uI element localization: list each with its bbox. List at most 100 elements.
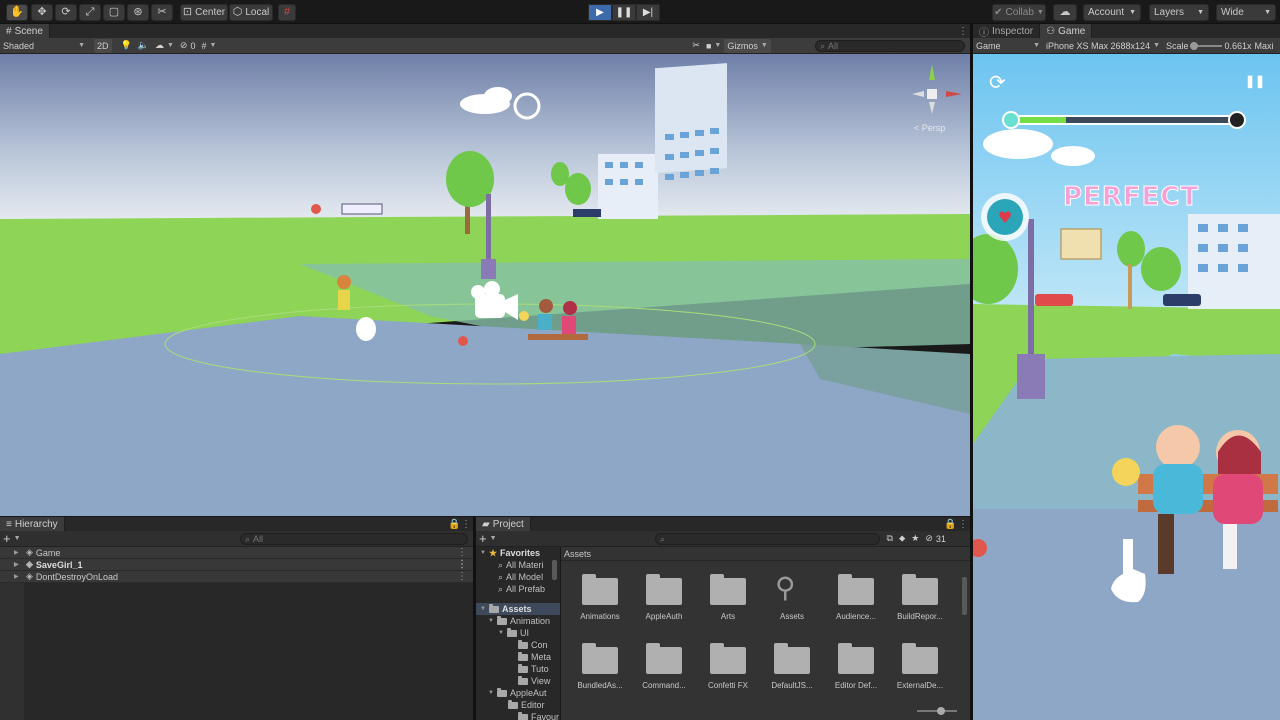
collab-dropdown[interactable]: ✔ Collab ▼ [992, 4, 1046, 21]
camera-dropdown[interactable]: ■ ▼ [703, 39, 724, 53]
audio-toggle[interactable]: 🔈 [135, 39, 152, 53]
restart-icon[interactable]: ⟳ [989, 70, 1006, 95]
expand-arrow-icon[interactable]: ▼ [498, 630, 504, 636]
display-dropdown[interactable]: Game ▼ [973, 39, 1043, 53]
tree-folder[interactable]: Favour [476, 711, 560, 720]
create-dropdown[interactable]: + ▼ [0, 531, 24, 546]
lock-icon[interactable]: 🔒 [944, 519, 956, 530]
asset-item[interactable]: ⚲ Assets [757, 570, 827, 636]
cloud-button[interactable]: ☁ [1053, 4, 1077, 21]
create-dropdown[interactable]: + ▼ [476, 531, 500, 546]
expand-arrow-icon[interactable]: ▶ [14, 573, 19, 580]
filter-label-button[interactable]: ⬥ [896, 532, 908, 546]
tree-folder[interactable]: Meta [476, 651, 560, 663]
step-button[interactable]: ▶| [636, 4, 660, 21]
custom-tool-button[interactable]: ✂ [151, 4, 173, 21]
expand-arrow-icon[interactable]: ▶ [14, 549, 19, 556]
pause-icon[interactable]: ❚❚ [1245, 74, 1265, 88]
game-viewport[interactable]: ♥ ⟳ ❚❚ PERFECT [973, 54, 1280, 720]
item-menu-icon[interactable]: ⋮ [457, 559, 467, 570]
icon-size-slider-handle[interactable] [937, 707, 945, 715]
asset-item[interactable]: ExternalDe... [885, 639, 955, 705]
tab-inspector[interactable]: ⓘ Inspector [973, 23, 1041, 39]
project-search-input[interactable]: ⌕ [655, 533, 880, 545]
scene-viewport[interactable]: < Persp [0, 54, 970, 516]
asset-item[interactable]: Editor Def... [821, 639, 891, 705]
tree-scrollbar[interactable] [552, 560, 557, 580]
grid-dropdown[interactable]: # ▼ [198, 39, 219, 53]
asset-item[interactable]: AppleAuth [629, 570, 699, 636]
tree-folder[interactable]: View [476, 675, 560, 687]
tree-folder[interactable]: ▼ AppleAut [476, 687, 560, 699]
scene-search-input[interactable]: ⌕ All [815, 40, 965, 52]
account-dropdown[interactable]: Account ▼ [1083, 4, 1141, 21]
asset-item[interactable]: Command... [629, 639, 699, 705]
transform-tool-button[interactable]: ⊛ [127, 4, 149, 21]
asset-item[interactable]: Audience... [821, 570, 891, 636]
asset-item[interactable]: DefaultJS... [757, 639, 827, 705]
gizmos-dropdown[interactable]: Gizmos ▼ [724, 38, 771, 53]
tree-favorite-item[interactable]: ⌕ All Model [476, 571, 560, 583]
rotate-tool-button[interactable]: ⟳ [55, 4, 77, 21]
tab-hierarchy[interactable]: ≡ Hierarchy [0, 516, 65, 532]
asset-item[interactable]: BuildRepor... [885, 570, 955, 636]
item-menu-icon[interactable]: ⋮ [457, 547, 467, 558]
expand-arrow-icon[interactable]: ▼ [480, 550, 486, 556]
expand-arrow-icon[interactable]: ▼ [488, 690, 494, 696]
tree-favorite-item[interactable]: ⌕ All Materi [476, 559, 560, 571]
asset-item[interactable]: Confetti FX [693, 639, 763, 705]
hidden-packages-toggle[interactable]: ⊘ 31 [922, 532, 949, 546]
rect-tool-button[interactable]: ▢ [103, 4, 125, 21]
snap-button[interactable]: # [278, 4, 296, 21]
tree-favorites[interactable]: ▼ ★ Favorites [476, 547, 560, 559]
tab-game[interactable]: ⚇ Game [1040, 23, 1093, 39]
filter-type-button[interactable]: ⧉ [884, 532, 896, 546]
move-tool-button[interactable]: ✥ [31, 4, 53, 21]
asset-item[interactable]: BundledAs... [565, 639, 635, 705]
icon-size-slider[interactable] [917, 707, 957, 715]
tree-folder[interactable]: Con [476, 639, 560, 651]
pivot-center-button[interactable]: ⊡ Center [180, 4, 228, 21]
tree-folder[interactable]: ▼ UI [476, 627, 560, 639]
hidden-objects-toggle[interactable]: ⊘ 0 [177, 39, 199, 53]
hand-tool-button[interactable]: ✋ [6, 4, 28, 21]
hierarchy-item-game[interactable]: ▶ ◈ Game ⋮ [0, 547, 473, 559]
hierarchy-menu-icon[interactable]: ⋮ [461, 519, 471, 530]
pivot-local-button[interactable]: ⬡ Local [229, 4, 273, 21]
layers-dropdown[interactable]: Layers ▼ [1149, 4, 1209, 21]
project-menu-icon[interactable]: ⋮ [958, 519, 968, 530]
tree-favorite-item[interactable]: ⌕ All Prefab [476, 583, 560, 595]
expand-arrow-icon[interactable]: ▼ [480, 606, 486, 612]
item-menu-icon[interactable]: ⋮ [457, 571, 467, 582]
favorite-filter-button[interactable]: ★ [908, 532, 922, 546]
tree-folder[interactable]: ▼ Animation [476, 615, 560, 627]
2d-toggle[interactable]: 2D [94, 38, 112, 53]
expand-arrow-icon[interactable]: ▶ [14, 561, 19, 568]
scene-menu-icon[interactable]: ⋮ [958, 26, 968, 37]
play-button[interactable]: ▶ [588, 4, 612, 21]
lighting-toggle[interactable]: 💡 [118, 39, 135, 53]
perspective-label[interactable]: < Persp [914, 123, 945, 133]
grid-scrollbar[interactable] [962, 577, 967, 615]
lock-icon[interactable]: 🔒 [448, 519, 460, 530]
asset-item[interactable]: Arts [693, 570, 763, 636]
shading-mode-dropdown[interactable]: Shaded ▼ [0, 39, 88, 53]
hierarchy-item-savegirl[interactable]: ▶ ◈ SaveGirl_1 ⋮ [0, 559, 473, 571]
effects-dropdown[interactable]: ☁ ▼ [152, 39, 177, 53]
layout-dropdown[interactable]: Wide ▼ [1216, 4, 1276, 21]
scale-tool-button[interactable]: ⤢ [79, 4, 101, 21]
expand-arrow-icon[interactable]: ▼ [488, 618, 494, 624]
maximize-toggle[interactable]: Maxi [1255, 39, 1274, 53]
tree-folder[interactable]: Tuto [476, 663, 560, 675]
tree-assets[interactable]: ▼ Assets [476, 603, 560, 615]
tree-folder[interactable]: Editor [476, 699, 560, 711]
project-breadcrumb[interactable]: Assets [564, 549, 591, 559]
resolution-dropdown[interactable]: iPhone XS Max 2688x124 ▼ [1043, 39, 1163, 53]
asset-item[interactable]: Animations [565, 570, 635, 636]
tab-project[interactable]: ▰ Project [476, 516, 531, 532]
hierarchy-search-input[interactable]: ⌕ All [240, 533, 468, 545]
tools-toggle[interactable]: ✂ [689, 39, 703, 53]
scale-slider-handle[interactable] [1189, 41, 1198, 50]
hierarchy-item-dontdestroy[interactable]: ▶ ◈ DontDestroyOnLoad ⋮ [0, 571, 473, 583]
pause-button[interactable]: ❚❚ [612, 4, 636, 21]
